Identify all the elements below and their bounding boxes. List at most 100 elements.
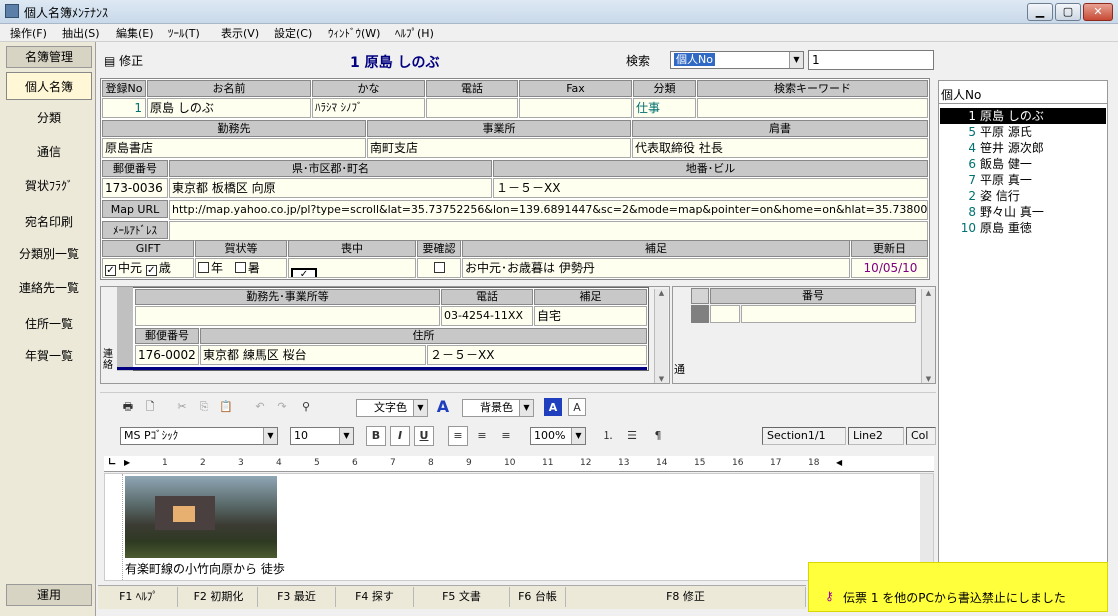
field-mapurl[interactable]: http://map.yahoo.co.jp/pl?type=scroll&la… bbox=[169, 200, 928, 220]
paste-icon[interactable]: 📋 bbox=[216, 397, 236, 417]
list-item[interactable]: 5 平原 源氏 bbox=[940, 124, 1106, 140]
chevron-down-icon[interactable]: ▼ bbox=[789, 52, 803, 68]
preview-icon[interactable]: 🗋 bbox=[140, 397, 160, 417]
confirm-checkbox[interactable] bbox=[433, 262, 445, 273]
comm-scrollbar[interactable]: ▲ ▼ bbox=[921, 289, 935, 383]
contact-field-note[interactable]: 自宅 bbox=[534, 306, 647, 326]
align-left-icon[interactable]: ≡ bbox=[448, 426, 468, 446]
contact-field-addr1[interactable]: 東京都 練馬区 桜台 bbox=[200, 345, 426, 365]
comm-field-type[interactable] bbox=[710, 305, 740, 323]
menu-window[interactable]: ｳｨﾝﾄﾞｳ(W) bbox=[328, 25, 380, 41]
bullet-list-icon[interactable]: ☰ bbox=[622, 426, 642, 446]
sidebar-item-greeting-flag[interactable]: 賀状ﾌﾗｸﾞ bbox=[6, 172, 92, 200]
bg-color-select[interactable]: 背景色 ▼ bbox=[462, 399, 534, 417]
menu-operate[interactable]: 操作(F) bbox=[10, 25, 47, 41]
sidebar-item-address-print[interactable]: 宛名印刷 bbox=[6, 208, 92, 236]
f5-document-button[interactable]: F5 文書 bbox=[414, 587, 510, 607]
numbered-list-icon[interactable]: ⒈ bbox=[598, 426, 618, 446]
menu-settings[interactable]: 設定(C) bbox=[274, 25, 312, 41]
align-center-icon[interactable]: ≡ bbox=[472, 426, 492, 446]
menu-tools[interactable]: ﾂｰﾙ(T) bbox=[168, 25, 200, 41]
contact-field-addr2[interactable]: ２－５－XX bbox=[427, 345, 647, 365]
f1-help-button[interactable]: F1 ﾍﾙﾌﾟ bbox=[100, 587, 178, 607]
scroll-up-icon[interactable]: ▲ bbox=[922, 289, 935, 297]
field-tel[interactable] bbox=[426, 98, 518, 118]
scroll-up-icon[interactable]: ▲ bbox=[655, 289, 668, 297]
f3-recent-button[interactable]: F3 最近 bbox=[258, 587, 336, 607]
f6-ledger-button[interactable]: F6 台帳 bbox=[510, 587, 566, 607]
copy-icon[interactable]: ⎘ bbox=[194, 397, 214, 417]
field-zip[interactable]: 173-0036 bbox=[102, 178, 168, 198]
text-color-select[interactable]: 文字色 ▼ bbox=[356, 399, 428, 417]
list-item[interactable]: 8 野々山 真一 bbox=[940, 204, 1106, 220]
mourning-checkbox[interactable]: ✓ bbox=[291, 268, 317, 277]
indent-marker-icon[interactable]: ▶ bbox=[124, 458, 130, 467]
text-color-a-icon[interactable]: A bbox=[434, 397, 452, 417]
bold-button[interactable]: B bbox=[366, 426, 386, 446]
sidebar-item-contact-list[interactable]: 連絡先一覧 bbox=[6, 274, 92, 302]
zoom-select[interactable]: 100% ▼ bbox=[530, 427, 586, 445]
greet-summer-checkbox[interactable] bbox=[234, 262, 246, 273]
paragraph-icon[interactable]: ¶ bbox=[648, 426, 668, 446]
f2-reset-button[interactable]: F2 初期化 bbox=[180, 587, 258, 607]
field-fax[interactable] bbox=[519, 98, 632, 118]
underline-button[interactable]: U bbox=[414, 426, 434, 446]
chevron-down-icon[interactable]: ▼ bbox=[263, 428, 277, 444]
list-item[interactable]: 7 平原 真一 bbox=[940, 172, 1106, 188]
field-note[interactable]: お中元･お歳暮は 伊勢丹 bbox=[462, 258, 850, 278]
gift-summer-checkbox[interactable]: ✓ bbox=[105, 265, 116, 276]
cut-icon[interactable]: ✂ bbox=[172, 397, 192, 417]
contact-field-place[interactable] bbox=[135, 306, 440, 326]
search-field-select[interactable]: 個人No ▼ bbox=[670, 51, 804, 69]
menu-edit[interactable]: 編集(E) bbox=[116, 25, 154, 41]
list-item[interactable]: 1 原島 しのぶ bbox=[940, 108, 1106, 124]
field-mail[interactable] bbox=[169, 221, 928, 241]
field-office[interactable]: 南町支店 bbox=[367, 138, 631, 158]
italic-button[interactable]: I bbox=[390, 426, 410, 446]
print-icon[interactable]: 🖶 bbox=[118, 397, 138, 417]
chevron-down-icon[interactable]: ▼ bbox=[413, 400, 427, 416]
bg-color-a-icon[interactable]: A bbox=[544, 398, 562, 416]
contact-scrollbar[interactable]: ▲ ▼ bbox=[654, 289, 668, 383]
list-item[interactable]: 6 飯島 健一 bbox=[940, 156, 1106, 172]
chevron-down-icon[interactable]: ▼ bbox=[571, 428, 585, 444]
field-keyword[interactable] bbox=[697, 98, 928, 118]
field-addr[interactable]: １－５－XX bbox=[493, 178, 928, 198]
redo-icon[interactable]: ↷ bbox=[272, 397, 292, 417]
sidebar-footer[interactable]: 運用 bbox=[6, 584, 92, 606]
field-no[interactable]: 1 bbox=[102, 98, 146, 118]
field-category[interactable]: 仕事 bbox=[633, 98, 696, 118]
contact-field-tel[interactable]: 03-4254-11XX bbox=[441, 306, 533, 326]
clear-bg-icon[interactable]: A bbox=[568, 398, 586, 416]
font-select[interactable]: MS Pｺﾞｼｯｸ ▼ bbox=[120, 427, 278, 445]
minimize-button[interactable]: ▁ bbox=[1027, 3, 1053, 21]
maximize-button[interactable]: ▢ bbox=[1055, 3, 1081, 21]
tab-stop-icon[interactable]: ∟ bbox=[108, 457, 116, 468]
greet-newyear-checkbox[interactable] bbox=[198, 262, 209, 273]
close-button[interactable]: ✕ bbox=[1083, 3, 1113, 21]
field-name[interactable]: 原島 しのぶ bbox=[147, 98, 311, 118]
list-item[interactable]: 10 原島 重徳 bbox=[940, 220, 1106, 236]
align-right-icon[interactable]: ≡ bbox=[496, 426, 516, 446]
right-indent-icon[interactable]: ◀ bbox=[836, 458, 842, 467]
list-item[interactable]: 2 姿 信行 bbox=[940, 188, 1106, 204]
search-input[interactable]: 1 bbox=[808, 50, 934, 70]
gift-winter-checkbox[interactable]: ✓ bbox=[145, 265, 157, 276]
chevron-down-icon[interactable]: ▼ bbox=[339, 428, 353, 444]
comm-field-number[interactable] bbox=[741, 305, 916, 323]
sidebar-item-category[interactable]: 分類 bbox=[6, 104, 92, 132]
field-kana[interactable]: ﾊﾗｼﾏ ｼﾉﾌﾞ bbox=[312, 98, 425, 118]
scroll-down-icon[interactable]: ▼ bbox=[922, 375, 935, 383]
sidebar-item-address-list[interactable]: 住所一覧 bbox=[6, 310, 92, 338]
contact-field-zip[interactable]: 176-0002 bbox=[135, 345, 199, 365]
field-company[interactable]: 原島書店 bbox=[102, 138, 366, 158]
list-item[interactable]: 4 笹井 源次郎 bbox=[940, 140, 1106, 156]
menu-help[interactable]: ﾍﾙﾌﾟ(H) bbox=[395, 25, 434, 41]
chevron-down-icon[interactable]: ▼ bbox=[519, 400, 533, 416]
sidebar-item-comm[interactable]: 通信 bbox=[6, 138, 92, 166]
field-pref[interactable]: 東京都 板橋区 向原 bbox=[169, 178, 492, 198]
sidebar-item-newyear-list[interactable]: 年賀一覧 bbox=[6, 342, 92, 370]
f8-edit-button[interactable]: F8 修正 bbox=[566, 587, 806, 607]
find-icon[interactable]: ⚲ bbox=[296, 397, 316, 417]
field-title[interactable]: 代表取締役 社長 bbox=[632, 138, 928, 158]
